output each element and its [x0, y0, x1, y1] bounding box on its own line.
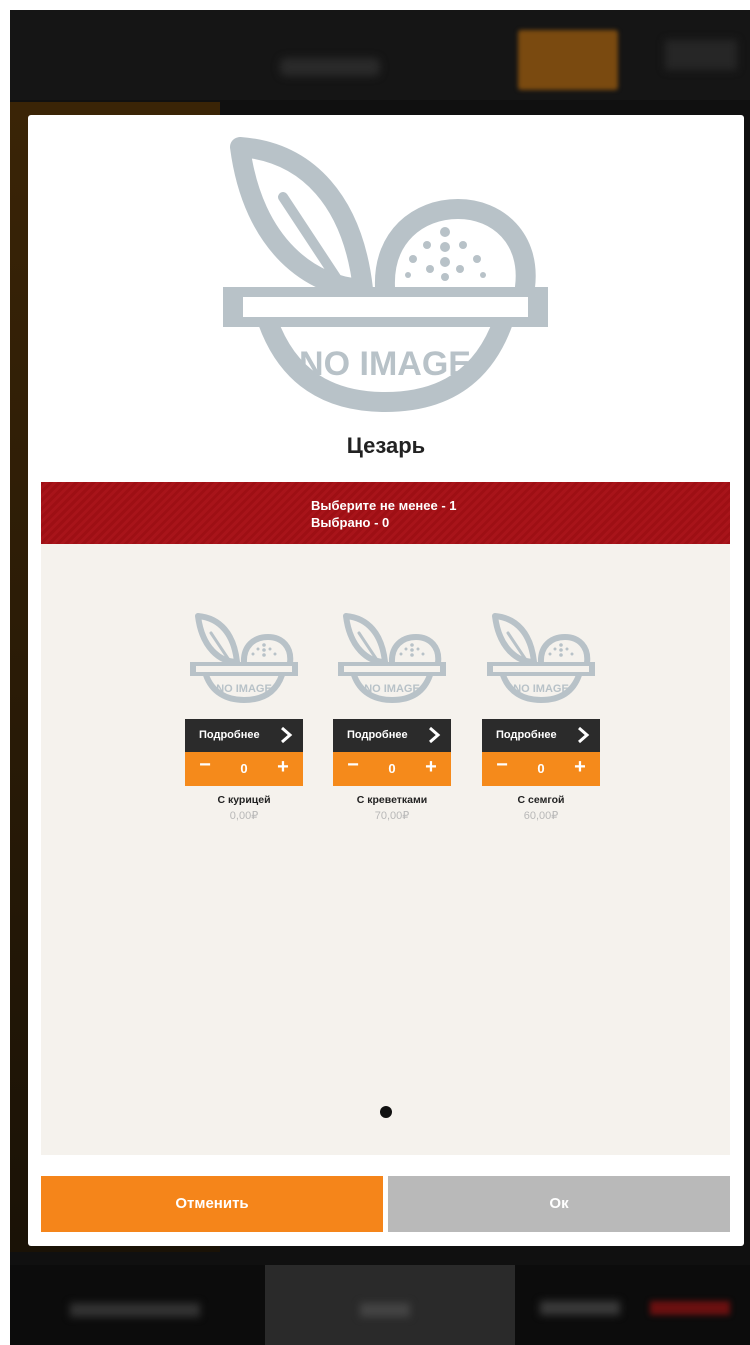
dish-title: Цезарь	[346, 433, 426, 458]
ok-button[interactable]: Ок	[388, 1176, 730, 1232]
quantity-stepper: − 0 +	[333, 752, 451, 786]
quantity-value: 0	[240, 761, 248, 776]
option-select-dialog: NO IMAGE Цезарь Выберите не менее - 1 Вы…	[28, 115, 744, 1246]
page-dot-icon[interactable]	[380, 1106, 392, 1118]
option-name: С курицей	[217, 794, 271, 806]
hero-no-image-label: NO IMAGE	[299, 345, 471, 383]
no-image-bowl-icon: NO IMAGE	[338, 613, 446, 703]
details-button-label: Подробнее	[199, 729, 260, 741]
selection-requirement-banner: Выберите не менее - 1 Выбрано - 0	[41, 482, 730, 544]
details-button-label: Подробнее	[496, 729, 557, 741]
decrement-button[interactable]: −	[195, 754, 215, 777]
chevron-right-icon	[429, 726, 441, 744]
decrement-button[interactable]: −	[343, 754, 363, 777]
options-panel: NO IMAGE Подробнее − 0 + С курицей 0,00₽	[41, 544, 730, 1155]
chevron-right-icon	[578, 726, 590, 744]
option-price: 70,00₽	[374, 810, 410, 822]
details-button-label: Подробнее	[347, 729, 408, 741]
background-bottom-text-a	[70, 1303, 200, 1317]
option-price: 0,00₽	[229, 810, 259, 822]
increment-button[interactable]: +	[421, 756, 441, 779]
min-selection-text: Выберите не менее - 1	[311, 498, 457, 513]
background-topbar	[10, 10, 750, 100]
quantity-stepper: − 0 +	[482, 752, 600, 786]
no-image-bowl-icon: NO IMAGE	[223, 137, 548, 412]
quantity-stepper: − 0 +	[185, 752, 303, 786]
background-right-button-blur	[665, 40, 737, 70]
selected-count-text: Выбрано - 0	[311, 515, 390, 530]
background-bottom-text-c	[540, 1301, 620, 1315]
cancel-button[interactable]: Отменить	[41, 1176, 383, 1232]
increment-button[interactable]: +	[570, 756, 590, 779]
option-name: С креветками	[356, 794, 428, 806]
decrement-button[interactable]: −	[492, 754, 512, 777]
no-image-bowl-icon: NO IMAGE	[487, 613, 595, 703]
background-bottom-text-d	[650, 1301, 730, 1315]
chevron-right-icon	[281, 726, 293, 744]
background-title-blur	[280, 58, 380, 76]
details-button[interactable]: Подробнее	[185, 719, 303, 752]
option-name: С семгой	[517, 794, 565, 806]
thumb-no-image-label: NO IMAGE	[513, 683, 569, 695]
background-accent-button-blur	[518, 30, 618, 90]
quantity-value: 0	[388, 761, 396, 776]
quantity-value: 0	[537, 761, 545, 776]
increment-button[interactable]: +	[273, 756, 293, 779]
details-button[interactable]: Подробнее	[482, 719, 600, 752]
background-bottom-bar	[10, 1265, 750, 1345]
details-button[interactable]: Подробнее	[333, 719, 451, 752]
thumb-no-image-label: NO IMAGE	[364, 683, 420, 695]
option-price: 60,00₽	[523, 810, 559, 822]
no-image-bowl-icon: NO IMAGE	[190, 613, 298, 703]
background-bottom-text-b	[360, 1303, 410, 1317]
thumb-no-image-label: NO IMAGE	[216, 683, 272, 695]
